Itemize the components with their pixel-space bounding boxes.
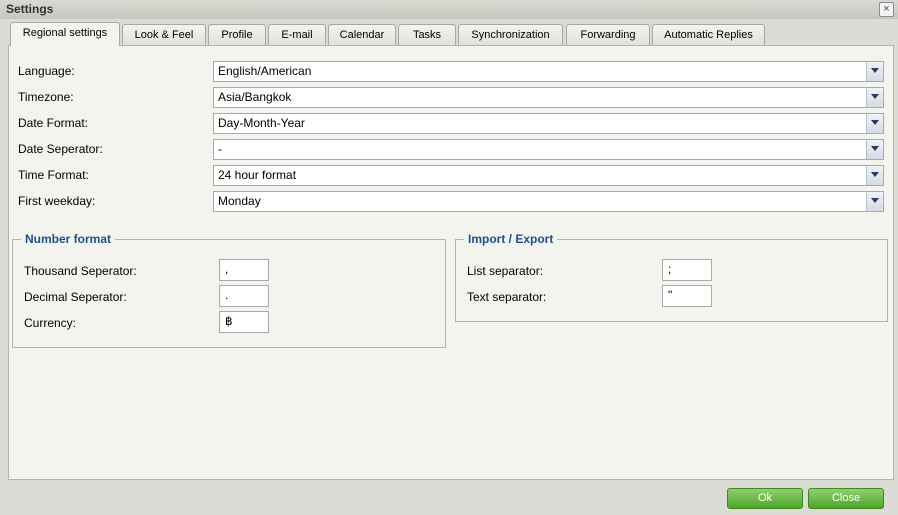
list-separator-input[interactable]: ; — [662, 259, 712, 281]
tab-tasks[interactable]: Tasks — [398, 24, 456, 45]
tab-forwarding[interactable]: Forwarding — [566, 24, 650, 45]
language-value: English/American — [218, 64, 312, 78]
tab-automatic-replies[interactable]: Automatic Replies — [652, 24, 765, 45]
ok-button[interactable]: Ok — [727, 488, 803, 509]
timezone-label: Timezone: — [18, 90, 74, 104]
tab-regional-settings[interactable]: Regional settings — [10, 22, 120, 46]
date-separator-value: - — [218, 142, 222, 156]
date-format-value: Day-Month-Year — [218, 116, 305, 130]
thousand-separator-label: Thousand Seperator: — [24, 264, 137, 278]
list-separator-label: List separator: — [467, 264, 544, 278]
date-format-select[interactable]: Day-Month-Year — [213, 113, 884, 134]
chevron-down-icon[interactable] — [866, 62, 883, 81]
currency-label: Currency: — [24, 316, 77, 330]
regional-settings-panel: Language: English/American Timezone: Asi… — [8, 45, 894, 480]
first-weekday-select[interactable]: Monday — [213, 191, 884, 212]
chevron-down-icon[interactable] — [866, 166, 883, 185]
import-export-group: Import / Export List separator: ; Text s… — [455, 232, 888, 322]
chevron-down-icon[interactable] — [866, 114, 883, 133]
settings-dialog: Settings × Regional settings Look & Feel… — [0, 0, 898, 515]
tab-email[interactable]: E-mail — [268, 24, 326, 45]
chevron-down-icon[interactable] — [866, 192, 883, 211]
first-weekday-value: Monday — [218, 194, 261, 208]
language-label: Language: — [18, 64, 75, 78]
text-separator-label: Text separator: — [467, 290, 547, 304]
decimal-separator-input[interactable]: . — [219, 285, 269, 307]
time-format-value: 24 hour format — [218, 168, 297, 182]
import-export-legend: Import / Export — [464, 232, 558, 246]
time-format-label: Time Format: — [18, 168, 89, 182]
text-separator-input[interactable]: " — [662, 285, 712, 307]
close-button[interactable]: Close — [808, 488, 884, 509]
currency-input[interactable]: ฿ — [219, 311, 269, 333]
thousand-separator-input[interactable]: , — [219, 259, 269, 281]
first-weekday-label: First weekday: — [18, 194, 96, 208]
thousand-separator-value: , — [225, 262, 229, 276]
time-format-select[interactable]: 24 hour format — [213, 165, 884, 186]
number-format-legend: Number format — [21, 232, 116, 246]
date-separator-label: Date Seperator: — [18, 142, 103, 156]
chevron-down-icon[interactable] — [866, 140, 883, 159]
date-format-label: Date Format: — [18, 116, 89, 130]
number-format-group: Number format Thousand Seperator: , Deci… — [12, 232, 446, 348]
list-separator-value: ; — [668, 262, 672, 276]
tab-look-and-feel[interactable]: Look & Feel — [122, 24, 206, 45]
close-icon[interactable]: × — [879, 2, 894, 17]
date-separator-select[interactable]: - — [213, 139, 884, 160]
timezone-select[interactable]: Asia/Bangkok — [213, 87, 884, 108]
tab-profile[interactable]: Profile — [208, 24, 266, 45]
timezone-value: Asia/Bangkok — [218, 90, 292, 104]
dialog-title: Settings — [6, 2, 54, 16]
text-separator-value: " — [668, 288, 673, 302]
decimal-separator-value: . — [225, 288, 229, 302]
tab-calendar[interactable]: Calendar — [328, 24, 396, 45]
currency-value: ฿ — [225, 314, 233, 328]
language-select[interactable]: English/American — [213, 61, 884, 82]
chevron-down-icon[interactable] — [866, 88, 883, 107]
tab-synchronization[interactable]: Synchronization — [458, 24, 563, 45]
decimal-separator-label: Decimal Seperator: — [24, 290, 127, 304]
title-bar: Settings × — [0, 0, 898, 19]
